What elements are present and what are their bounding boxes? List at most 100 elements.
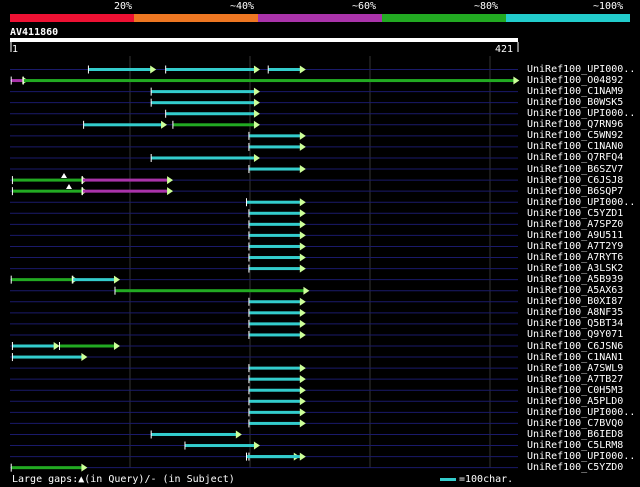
hit-label[interactable]: UniRef100_C6JSN6 <box>527 341 623 352</box>
hit-segment <box>23 79 515 83</box>
hit-label[interactable]: UniRef100_Q5BT34 <box>527 318 623 329</box>
legend-label-60: ~60% <box>352 1 377 12</box>
gaps-legend: Large gaps:▲(in Query)/- (in Subject) <box>12 474 235 485</box>
hit-label[interactable]: UniRef100_UPI000.. <box>527 108 635 119</box>
hit-segment <box>114 289 305 293</box>
hit-label[interactable]: UniRef100_C1NAM9 <box>527 86 623 97</box>
hit-label[interactable]: UniRef100_UPI000.. <box>527 64 635 75</box>
hit-segment <box>12 178 83 182</box>
hit-segment <box>248 333 301 337</box>
hit-segment <box>12 189 83 193</box>
hit-label[interactable]: UniRef100_B6SZV7 <box>527 164 623 175</box>
segment-arrow <box>299 297 306 306</box>
segment-arrow <box>299 452 306 461</box>
hit-label[interactable]: UniRef100_C7BVQ0 <box>527 418 623 429</box>
segment-arrow <box>161 120 168 129</box>
segment-arrow <box>299 375 306 384</box>
segment-arrow <box>299 165 306 174</box>
hit-label[interactable]: UniRef100_C5YZD1 <box>527 208 623 219</box>
segment-arrow <box>167 176 174 185</box>
hit-label[interactable]: UniRef100_C0H5M3 <box>527 385 623 396</box>
hit-segment <box>248 366 301 370</box>
hit-label[interactable]: UniRef100_C5LRM8 <box>527 440 623 451</box>
hit-segment <box>246 455 301 459</box>
hit-label[interactable]: UniRef100_A5B939 <box>527 274 623 285</box>
segment-arrow <box>299 264 306 273</box>
hit-label[interactable]: UniRef100_C6JSJ8 <box>527 175 623 186</box>
hit-segment <box>248 256 301 260</box>
segment-arrow <box>299 242 306 251</box>
hit-segment <box>184 444 255 448</box>
segment-arrow <box>299 220 306 229</box>
scale-bar <box>440 478 456 481</box>
hit-label[interactable]: UniRef100_C1NAN1 <box>527 352 623 363</box>
hit-label[interactable]: UniRef100_Q7RFQ4 <box>527 152 623 163</box>
hit-segment <box>88 68 152 71</box>
hit-segment <box>82 178 169 182</box>
segment-arrow <box>299 330 306 339</box>
hit-segment <box>59 344 115 348</box>
query-name: AV411860 <box>10 27 59 38</box>
segment-arrow <box>299 253 306 262</box>
hit-label[interactable]: UniRef100_UPI000.. <box>527 407 635 418</box>
hit-label[interactable]: UniRef100_B6IED8 <box>527 429 623 440</box>
hit-label[interactable]: UniRef100_A8NF35 <box>527 307 623 318</box>
hit-segment <box>248 399 301 403</box>
hit-label[interactable]: UniRef100_A7T2Y9 <box>527 241 623 252</box>
segment-arrow <box>299 319 306 328</box>
segment-arrow <box>81 463 88 472</box>
query-gap-marker <box>66 184 72 189</box>
hit-segment <box>151 156 255 160</box>
hit-label[interactable]: UniRef100_B0WSK5 <box>527 97 623 108</box>
hit-segment <box>248 388 301 392</box>
segment-arrow <box>299 142 306 151</box>
hit-segment <box>11 278 73 282</box>
hit-segment <box>248 377 301 381</box>
segment-arrow <box>299 386 306 395</box>
hit-segment <box>268 68 301 71</box>
segment-arrow <box>81 353 88 362</box>
hit-segment <box>165 68 255 71</box>
query-start: 1 <box>12 44 19 55</box>
segment-arrow <box>253 441 260 450</box>
hit-label[interactable]: UniRef100_B0XI87 <box>527 296 623 307</box>
hit-label[interactable]: UniRef100_O04892 <box>527 75 623 86</box>
hit-segment <box>248 322 301 326</box>
hit-label[interactable]: UniRef100_A9U511 <box>527 230 623 241</box>
hit-label[interactable]: UniRef100_Q9Y071 <box>527 329 623 340</box>
segment-arrow <box>299 65 306 74</box>
hit-segment <box>72 278 115 282</box>
hit-label[interactable]: UniRef100_Q7RN96 <box>527 119 623 130</box>
hit-segment <box>165 112 255 116</box>
hit-label[interactable]: UniRef100_A7TB27 <box>527 374 623 385</box>
hit-label[interactable]: UniRef100_A7RYT6 <box>527 252 623 263</box>
legend-bar-segment <box>258 14 382 22</box>
hit-label[interactable]: UniRef100_UPI000.. <box>527 197 635 208</box>
hit-segment <box>12 344 55 348</box>
segment-arrow <box>253 65 260 74</box>
hit-label[interactable]: UniRef100_A5AX63 <box>527 285 623 296</box>
hit-segment <box>248 410 301 414</box>
segment-arrow <box>253 98 260 107</box>
segment-arrow <box>253 87 260 96</box>
hit-label[interactable]: UniRef100_A7SPZ0 <box>527 219 623 230</box>
hit-label[interactable]: UniRef100_C5YZD0 <box>527 462 623 473</box>
segment-arrow <box>299 408 306 417</box>
legend-label-20: 20% <box>114 1 133 12</box>
hit-label[interactable]: UniRef100_B6SQP7 <box>527 186 623 197</box>
query-gap-marker <box>61 173 67 178</box>
segment-arrow <box>299 209 306 218</box>
hit-label[interactable]: UniRef100_UPI000.. <box>527 451 635 462</box>
segment-arrow <box>299 231 306 240</box>
hit-label[interactable]: UniRef100_A7SWL9 <box>527 363 623 374</box>
segment-arrow <box>253 109 260 118</box>
legend-bar-segment <box>506 14 630 22</box>
hit-label[interactable]: UniRef100_A3LSK2 <box>527 263 623 274</box>
query-bar <box>10 38 518 42</box>
legend-bar-segment <box>382 14 506 22</box>
hit-label[interactable]: UniRef100_A5PLD0 <box>527 396 623 407</box>
hit-label[interactable]: UniRef100_C1NAN0 <box>527 141 623 152</box>
segment-arrow <box>235 430 242 439</box>
hit-label[interactable]: UniRef100_C5WN92 <box>527 130 623 141</box>
hit-segment <box>12 355 83 359</box>
